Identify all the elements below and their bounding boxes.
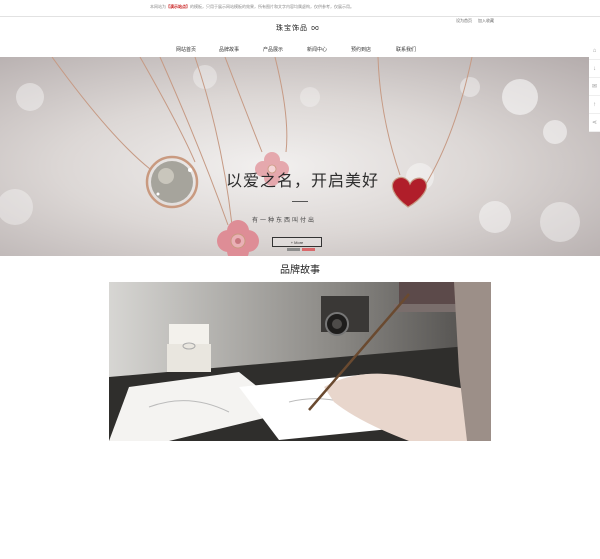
hero-banner[interactable]: 以爱之名，开启美好 有一种东西叫付出 + More xyxy=(0,57,600,256)
site-logo[interactable]: 珠宝饰品 xyxy=(276,23,319,33)
upload-icon[interactable]: ↑ xyxy=(589,96,600,114)
hero-subtitle: 有一种东西叫付出 xyxy=(252,217,317,224)
brand-story-title: 品牌故事 xyxy=(280,265,320,276)
carousel-dot-1[interactable] xyxy=(287,248,300,251)
main-nav: 网站首页 品牌故事 产品展示 新闻中心 预约到店 联系我们 xyxy=(0,44,600,56)
more-button[interactable]: + More xyxy=(272,237,322,247)
notice-suffix: 的模板，只用于展示网站模板的效果，所有图片和文字内容均属虚构，仅供参考，仅展示用… xyxy=(190,4,354,9)
share-icon[interactable]: ⋖ xyxy=(589,114,600,132)
nav-home[interactable]: 网站首页 xyxy=(176,46,196,53)
home-icon[interactable]: ⌂ xyxy=(589,42,600,60)
nav-products[interactable]: 产品展示 xyxy=(263,46,283,53)
notice-highlight: 【演示站点】 xyxy=(166,4,190,9)
download-icon[interactable]: ↓ xyxy=(589,60,600,78)
side-toolbar: ⌂ ↓ ✉ ↑ ⋖ xyxy=(589,42,600,132)
hero-title: 以爱之名，开启美好 xyxy=(226,171,380,190)
nav-news[interactable]: 新闻中心 xyxy=(307,46,327,53)
top-divider xyxy=(0,16,600,17)
hero-divider xyxy=(292,201,308,202)
brand-story-image xyxy=(109,282,491,441)
designer-sketching-illustration xyxy=(109,282,491,441)
carousel-dot-2[interactable] xyxy=(302,248,315,251)
logo-bow-icon xyxy=(311,26,319,30)
nav-brand-story[interactable]: 品牌故事 xyxy=(219,46,239,53)
site-notice: 本网站为【演示站点】的模板，只用于展示网站模板的效果，所有图片和文字内容均属虚构… xyxy=(150,4,354,10)
nav-appointment[interactable]: 预约到店 xyxy=(351,46,371,53)
utility-links: 设为首页 加入收藏 xyxy=(456,18,494,24)
hero-jewelry-illustration xyxy=(0,57,580,256)
add-favorite-link[interactable]: 加入收藏 xyxy=(478,18,494,24)
mail-icon[interactable]: ✉ xyxy=(589,78,600,96)
nav-contact[interactable]: 联系我们 xyxy=(396,46,416,53)
carousel-indicators xyxy=(287,248,315,251)
notice-prefix: 本网站为 xyxy=(150,4,166,9)
set-homepage-link[interactable]: 设为首页 xyxy=(456,18,472,24)
logo-text: 珠宝饰品 xyxy=(276,24,308,32)
